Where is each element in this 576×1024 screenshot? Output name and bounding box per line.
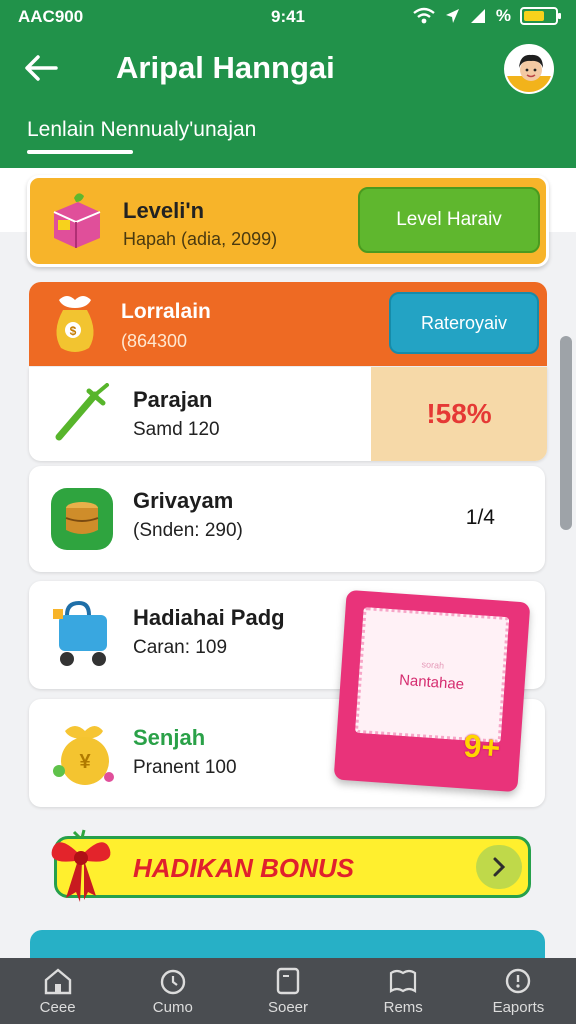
next-card-preview [30,930,545,958]
item-subtitle: (Snden: 290) [133,520,243,541]
ribbon-bow-icon [51,829,111,902]
gift-card-popup[interactable]: sorah Nantahae 9+ [333,589,531,793]
scrollbar[interactable] [560,336,572,530]
bonus-banner[interactable]: HADIKAN BONUS [54,836,531,898]
map-icon [390,969,417,993]
reward-button[interactable]: Rateroyaiv [389,292,539,354]
money-bag-icon: $ [56,296,94,352]
tab-subheader[interactable]: Lenlain Nennualy'unajan [27,118,256,142]
signal-icon [470,9,485,23]
item-subtitle: Samd 120 [133,419,220,440]
battery-icon [520,7,561,25]
sword-icon [55,383,109,441]
bottom-tab-bar: Ceee Cumo Soeer Rems Eaports [0,958,576,1024]
tab-clock[interactable]: Cumo [115,958,230,1024]
tab-label: Eaports [492,998,545,1016]
battery-percent: % [495,6,511,25]
reward-subtitle: (864300 [121,331,188,351]
avatar[interactable] [504,44,554,94]
tab-map[interactable]: Rems [346,958,461,1024]
tab-underline [27,150,133,154]
cart-icon [53,600,107,666]
level-subtitle: Hapah (adia, 2099) [123,229,278,249]
item-subtitle: Caran: 109 [133,637,228,658]
svg-text:$: $ [70,324,77,338]
coin-bag-icon: ¥ [53,726,114,785]
item-subtitle: Pranent 100 [133,757,237,778]
item-title: Hadiahai Padg [133,605,285,630]
gift-small-text: sorah [421,658,445,671]
list-item[interactable]: Grivayam (Snden: 290) 1/4 [29,466,545,572]
level-button[interactable]: Level Haraiv [358,187,540,253]
tab-label: Soeer [267,998,309,1016]
clock-icon [160,969,185,994]
status-bar: AAC900 9:41 % [0,0,576,34]
wifi-icon [413,7,435,24]
gift-box-icon [53,193,101,248]
info-icon [506,968,531,993]
reward-header-card: $ Lorralain (864300 Rateroyaiv [29,282,547,366]
reward-title: Lorralain [121,300,211,323]
gift-label: Nantahae [398,671,465,693]
chevron-right-icon[interactable] [476,845,522,889]
discount-badge: !58% [371,367,547,461]
gift-card-inner: sorah Nantahae [354,607,510,743]
item-title: Senjah [133,725,206,750]
item-title: Grivayam [133,488,234,513]
gift-count-badge: 9+ [462,727,502,766]
bonus-label: HADIKAN BONUS [133,853,354,883]
home-icon [44,967,71,994]
status-icons: % [413,6,561,26]
item-value: 1/4 [465,506,495,529]
tab-info[interactable]: Eaports [461,958,576,1024]
level-card[interactable]: Leveli'n Hapah (adia, 2099) Level Haraiv [27,175,549,267]
tab-home[interactable]: Ceee [0,958,115,1024]
page-title: Aripal Hanngai [116,50,335,85]
svg-text:¥: ¥ [79,751,91,773]
tab-label: Cumo [152,998,193,1016]
tab-card[interactable]: Soeer [230,958,345,1024]
location-icon [445,9,459,23]
barrel-icon [51,488,113,550]
item-title: Parajan [133,387,213,412]
card-icon [276,967,300,994]
list-item[interactable]: Parajan Samd 120 !58% [29,367,547,461]
level-title: Leveli'n [123,198,205,223]
tab-label: Rems [383,998,423,1016]
back-arrow-icon[interactable] [20,50,64,86]
tab-label: Ceee [39,998,76,1016]
